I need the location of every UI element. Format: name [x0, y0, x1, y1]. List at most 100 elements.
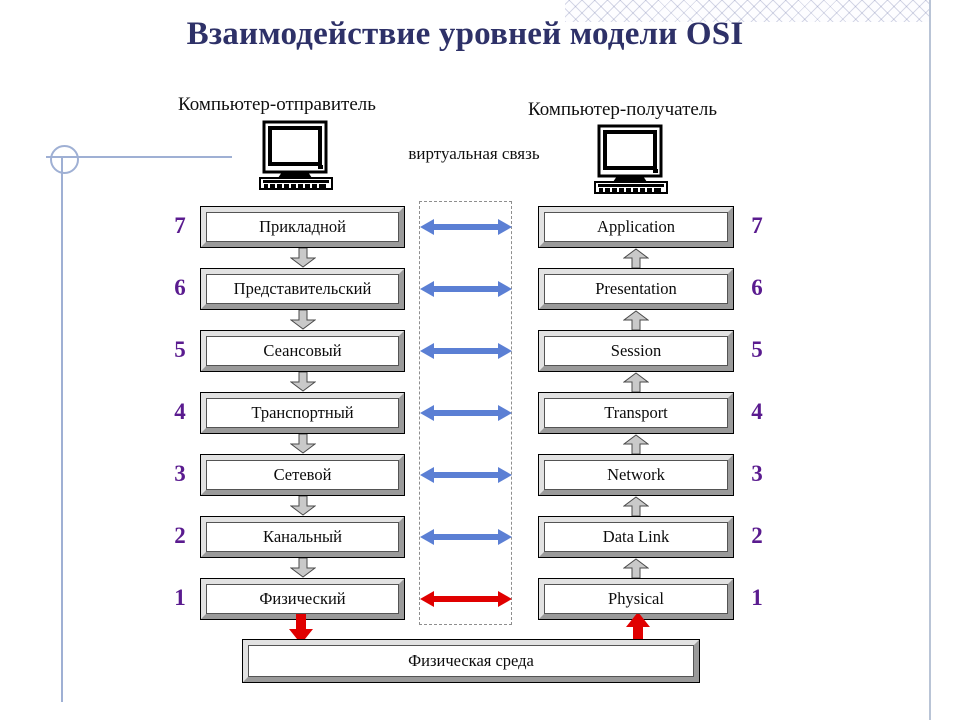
- flow-arrow-up-icon: [622, 496, 650, 517]
- layer-row: Канальный: [200, 516, 405, 558]
- layer-number-left-1: 1: [174, 585, 186, 610]
- layer-row: Сеансовый: [200, 330, 405, 372]
- virtual-link-arrow-level-5-icon: [420, 342, 512, 360]
- layer-box-frame[interactable]: Физический: [200, 578, 405, 620]
- layer-gap: [200, 495, 405, 516]
- layer-number-left-5: 5: [174, 337, 186, 362]
- layer-number-left-6: 6: [174, 275, 186, 300]
- layer-gap: [200, 557, 405, 578]
- layer-name-label: Application: [544, 212, 728, 242]
- layer-gap: [200, 433, 405, 454]
- layer-gap: [538, 496, 734, 517]
- layer-box-frame[interactable]: Сеансовый: [200, 330, 405, 372]
- physical-medium-box: Физическая среда: [242, 639, 700, 683]
- receiver-column-header: Компьютер-получатель: [528, 99, 718, 120]
- desktop-computer-icon: [587, 124, 683, 196]
- flow-arrow-up-icon: [622, 558, 650, 579]
- layer-number-right-2: 2: [751, 523, 763, 548]
- layer-box-frame[interactable]: Presentation: [538, 268, 734, 310]
- layer-box-frame[interactable]: Transport: [538, 392, 734, 434]
- layer-name-label: Прикладной: [206, 212, 399, 242]
- layer-row: Physical: [538, 578, 734, 620]
- receiver-layer-stack: Application Presentation Session Transport N…: [538, 206, 734, 620]
- virtual-link-arrow-level-2-icon: [420, 528, 512, 546]
- virtual-link-arrow-level-1-icon: [420, 590, 512, 608]
- layer-name-label: Транспортный: [206, 398, 399, 428]
- layer-box-frame[interactable]: Сетевой: [200, 454, 405, 496]
- layer-number-left-2: 2: [174, 523, 186, 548]
- layer-number-right-5: 5: [751, 337, 763, 362]
- layer-row: Transport: [538, 392, 734, 434]
- flow-arrow-up-icon: [622, 248, 650, 269]
- layer-gap: [538, 558, 734, 579]
- layer-row: Прикладной: [200, 206, 405, 248]
- layer-row: Физический: [200, 578, 405, 620]
- layer-number-left-3: 3: [174, 461, 186, 486]
- layer-name-label: Session: [544, 336, 728, 366]
- layer-box-frame[interactable]: Транспортный: [200, 392, 405, 434]
- layer-number-right-7: 7: [751, 213, 763, 238]
- layer-box-frame[interactable]: Data Link: [538, 516, 734, 558]
- flow-arrow-up-icon: [622, 434, 650, 455]
- layer-box-frame[interactable]: Канальный: [200, 516, 405, 558]
- layer-name-label: Сеансовый: [206, 336, 399, 366]
- layer-row: Представительский: [200, 268, 405, 310]
- layer-number-right-1: 1: [751, 585, 763, 610]
- layer-gap: [538, 248, 734, 269]
- layer-name-label: Канальный: [206, 522, 399, 552]
- flow-arrow-down-icon: [289, 433, 316, 454]
- flow-arrow-down-icon: [289, 371, 316, 392]
- layer-row: Network: [538, 454, 734, 496]
- flow-arrow-down-icon: [289, 309, 316, 330]
- layer-number-right-6: 6: [751, 275, 763, 300]
- virtual-link-arrow-level-7-icon: [420, 218, 512, 236]
- layer-name-label: Физический: [206, 584, 399, 614]
- decorative-vertical-line: [61, 157, 63, 702]
- layer-row: Транспортный: [200, 392, 405, 434]
- layer-box-frame: Физическая среда: [242, 639, 700, 683]
- layer-gap: [538, 372, 734, 393]
- flow-arrow-up-icon: [622, 310, 650, 331]
- layer-number-left-4: 4: [174, 399, 186, 424]
- layer-gap: [200, 247, 405, 268]
- layer-name-label: Physical: [544, 584, 728, 614]
- layer-gap: [538, 310, 734, 331]
- layer-name-label: Data Link: [544, 522, 728, 552]
- layer-name-label: Сетевой: [206, 460, 399, 490]
- sender-layer-stack: Прикладной Представительский Сеансовый Тран…: [200, 206, 405, 620]
- layer-box-frame[interactable]: Network: [538, 454, 734, 496]
- layer-box-frame[interactable]: Прикладной: [200, 206, 405, 248]
- layer-number-right-4: 4: [751, 399, 763, 424]
- layer-name-label: Presentation: [544, 274, 728, 304]
- layer-row: Сетевой: [200, 454, 405, 496]
- layer-row: Application: [538, 206, 734, 248]
- desktop-computer-icon: [252, 120, 348, 192]
- layer-gap: [200, 309, 405, 330]
- layer-box-frame[interactable]: Представительский: [200, 268, 405, 310]
- layer-number-right-3: 3: [751, 461, 763, 486]
- physical-medium-label: Физическая среда: [248, 645, 694, 677]
- layer-number-left-7: 7: [174, 213, 186, 238]
- layer-row: Presentation: [538, 268, 734, 310]
- virtual-link-arrow-level-3-icon: [420, 466, 512, 484]
- virtual-link-label: виртуальная связь: [408, 144, 540, 163]
- flow-arrow-up-icon: [622, 372, 650, 393]
- layer-box-frame[interactable]: Application: [538, 206, 734, 248]
- layer-name-label: Transport: [544, 398, 728, 428]
- sender-column-header: Компьютер-отправитель: [178, 94, 376, 115]
- decorative-vertical-rule: [929, 0, 931, 720]
- layer-row: Session: [538, 330, 734, 372]
- layer-box-frame[interactable]: Session: [538, 330, 734, 372]
- layer-name-label: Network: [544, 460, 728, 490]
- flow-arrow-down-icon: [289, 495, 316, 516]
- decorative-circle: [50, 145, 79, 174]
- layer-box-frame[interactable]: Physical: [538, 578, 734, 620]
- layer-gap: [200, 371, 405, 392]
- page-title: Взаимодействие уровней модели OSI: [186, 16, 744, 52]
- flow-arrow-down-icon: [289, 247, 316, 268]
- virtual-link-arrow-level-4-icon: [420, 404, 512, 422]
- layer-name-label: Представительский: [206, 274, 399, 304]
- layer-row: Data Link: [538, 516, 734, 558]
- flow-arrow-down-icon: [289, 557, 316, 578]
- virtual-link-arrow-level-6-icon: [420, 280, 512, 298]
